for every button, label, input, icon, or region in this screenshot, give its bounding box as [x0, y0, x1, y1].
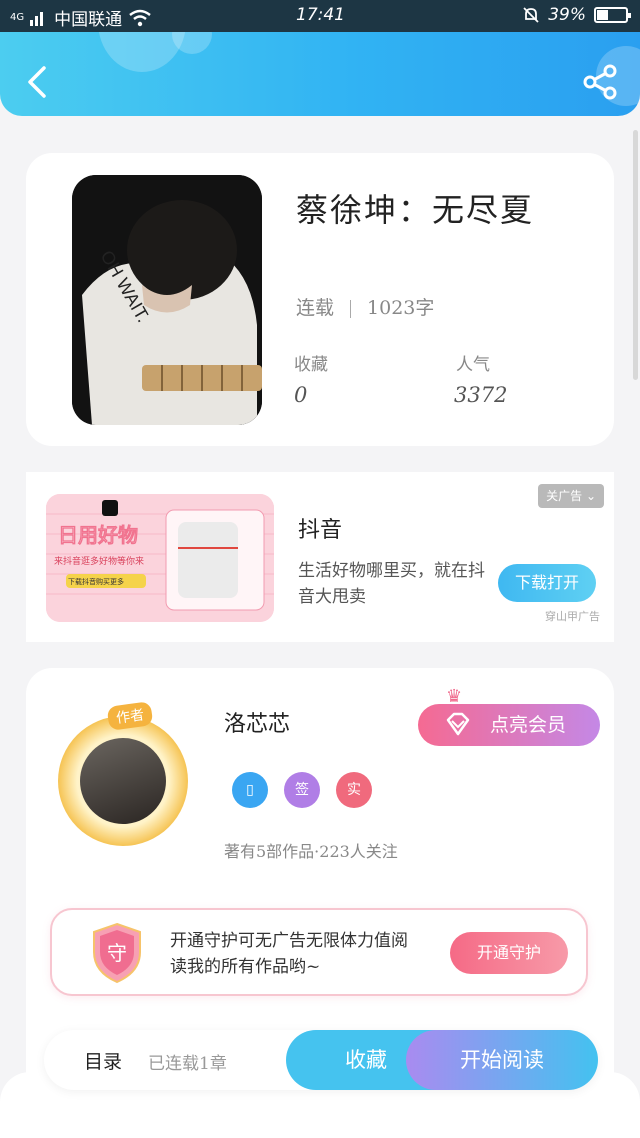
- author-avatar[interactable]: [58, 716, 188, 846]
- tiktok-icon: [102, 500, 118, 516]
- ad-image-graphic: 日用好物 来抖音逛多好物等你来 下载抖音购买更多: [46, 494, 274, 622]
- vip-button[interactable]: 点亮会员: [418, 704, 600, 746]
- author-works: 著有5部作品·223人关注: [224, 842, 398, 861]
- badge-device: ▯: [232, 772, 268, 808]
- book-cover[interactable]: OH WAIT.: [72, 175, 262, 425]
- ad-download-button[interactable]: 下载打开: [498, 564, 596, 602]
- book-title: 蔡徐坤：无尽夏: [296, 191, 535, 229]
- battery-fill: [597, 10, 608, 20]
- avatar-photo: [80, 738, 166, 824]
- badge-signed: 签: [284, 772, 320, 808]
- ad-source: 穿山甲广告: [545, 610, 600, 623]
- badge-label: 签: [295, 782, 309, 798]
- status-time: 17:41: [296, 5, 345, 25]
- ad-image-title: 日用好物: [58, 523, 138, 547]
- badge-label: ▯: [246, 782, 254, 798]
- book-info-card: OH WAIT. 蔡徐坤：无尽夏 连载 1023字 收藏 0 人气 3372: [26, 153, 614, 446]
- open-guard-button[interactable]: 开通守护: [450, 932, 568, 974]
- signal-icon: [30, 11, 44, 26]
- status-bar: 4G 中国联通 17:41 39%: [0, 0, 640, 32]
- share-button[interactable]: [580, 62, 620, 102]
- book-word-count: 1023字: [367, 297, 435, 319]
- popularity-label: 人气: [456, 355, 490, 375]
- chevron-down-icon: ⌄: [585, 489, 596, 503]
- ad-image[interactable]: 日用好物 来抖音逛多好物等你来 下载抖音购买更多: [46, 494, 274, 622]
- ad-description: 生活好物哪里买，就在抖音大甩卖: [298, 561, 485, 607]
- battery-icon: [594, 7, 631, 23]
- guard-promo: 守 开通守护可无广告无限体力值阅读我的所有作品哟~ 开通守护: [50, 908, 588, 996]
- ad-image-button: 下载抖音购买更多: [68, 577, 124, 586]
- badge-label: 实: [347, 782, 361, 798]
- scrollbar[interactable]: [633, 130, 638, 380]
- author-name[interactable]: 洛芯芯: [224, 706, 290, 738]
- guard-text: 开通守护可无广告无限体力值阅读我的所有作品哟~: [170, 931, 408, 977]
- mute-bell-icon: [523, 7, 539, 23]
- vip-button-label: 点亮会员: [490, 714, 567, 736]
- wifi-icon: [129, 9, 151, 26]
- ad-image-subtitle: 来抖音逛多好物等你来: [54, 555, 144, 567]
- toc-button[interactable]: 目录: [84, 1047, 122, 1074]
- ad-title: 抖音: [298, 518, 343, 543]
- network-type: 4G: [10, 11, 25, 23]
- favorites-label: 收藏: [294, 355, 328, 375]
- book-status: 连载: [296, 297, 335, 319]
- divider: [350, 300, 352, 318]
- favorites-value: 0: [294, 383, 308, 407]
- chapter-count: 已连载1章: [148, 1054, 227, 1074]
- close-ad-label: 关广告: [546, 489, 583, 503]
- shield-icon: 守: [93, 922, 141, 984]
- carrier-name: 中国联通: [54, 10, 123, 30]
- battery-percent: 39%: [548, 5, 586, 25]
- cover-image: OH WAIT.: [72, 175, 262, 425]
- bottom-action-bar: 目录 已连载1章 收藏 开始阅读: [44, 1030, 598, 1090]
- shield-glyph: 守: [107, 941, 127, 965]
- close-ad-button[interactable]: 关广告 ⌄: [538, 484, 604, 508]
- popularity-value: 3372: [454, 383, 508, 407]
- badge-verified: 实: [336, 772, 372, 808]
- diamond-icon: [446, 712, 470, 736]
- ad-card[interactable]: 日用好物 来抖音逛多好物等你来 下载抖音购买更多 抖音 生活好物哪里买，就在抖音…: [26, 472, 614, 642]
- header: 4G 中国联通 17:41 39%: [0, 0, 640, 116]
- back-button[interactable]: [22, 62, 52, 102]
- book-meta: 连载 1023字: [296, 293, 434, 320]
- start-reading-button[interactable]: 开始阅读: [406, 1030, 598, 1090]
